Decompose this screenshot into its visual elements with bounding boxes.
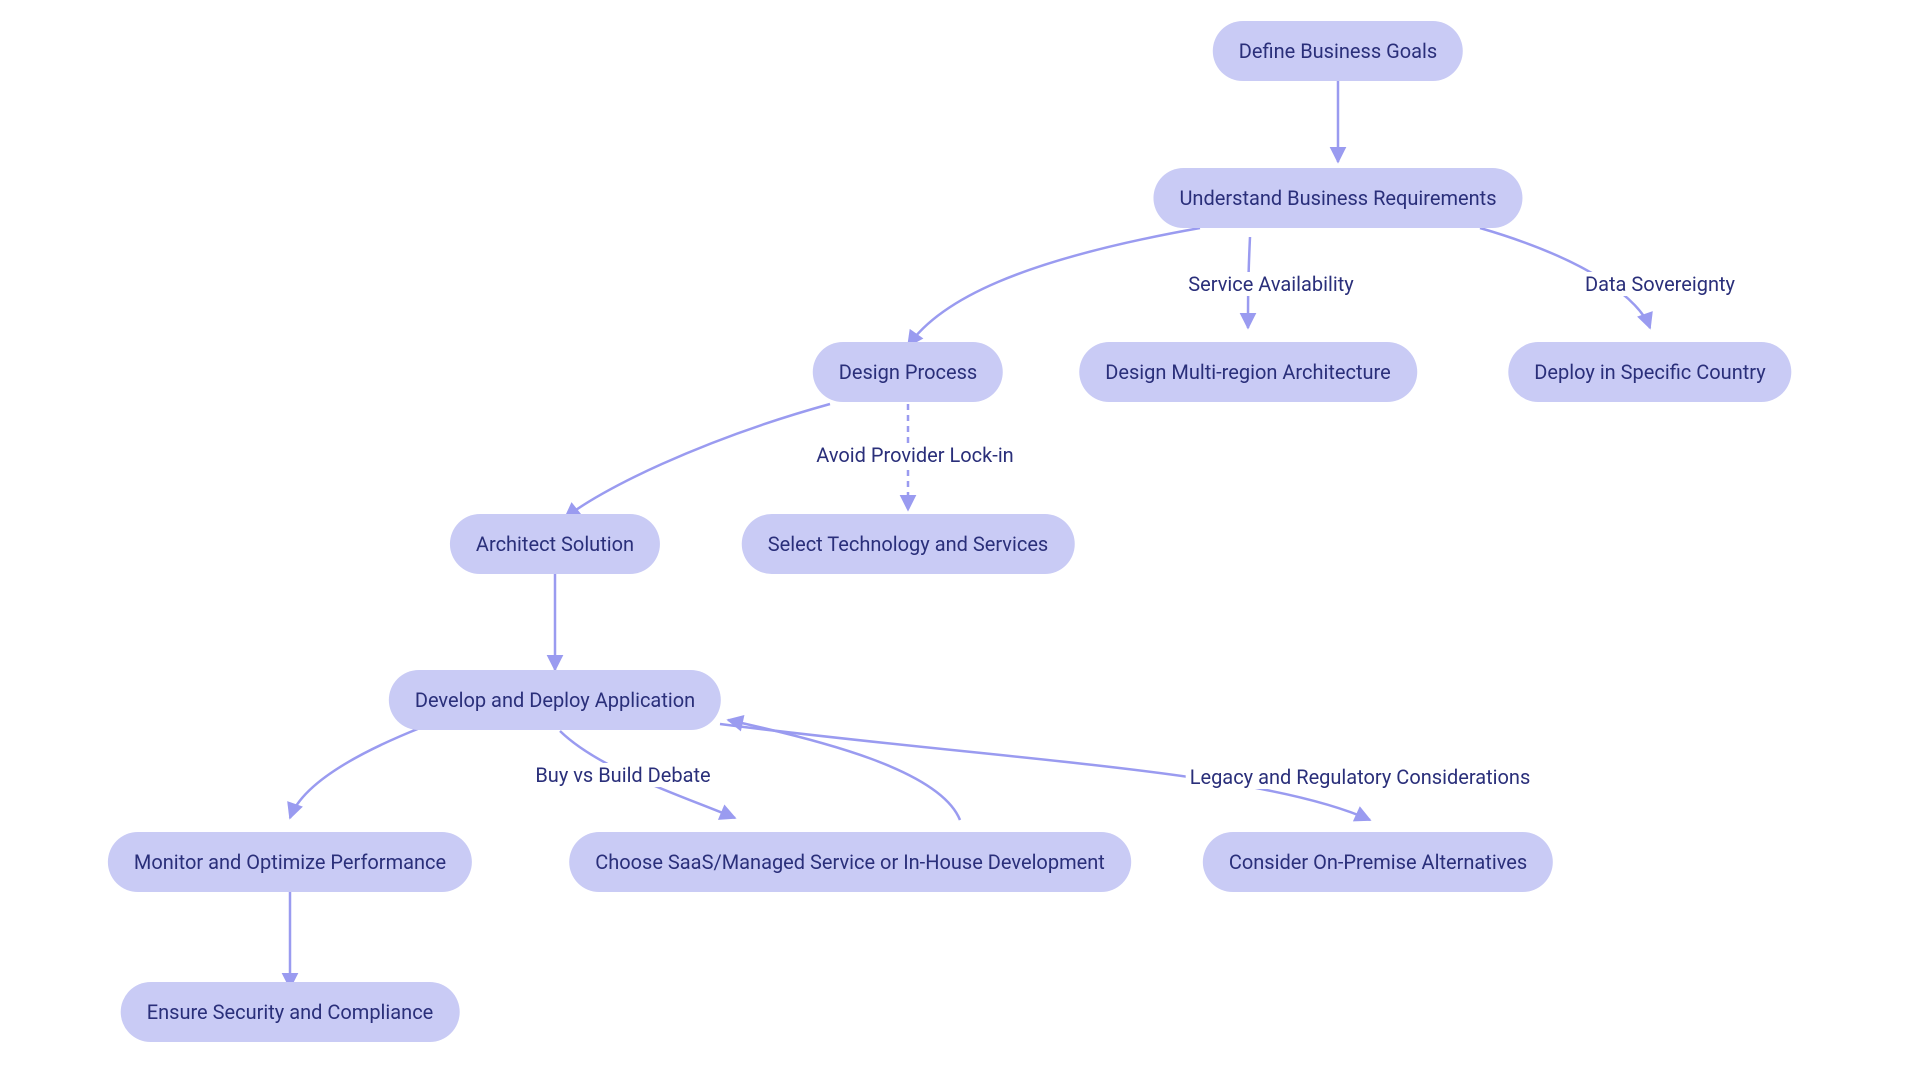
- node-multi-region-architecture: Design Multi-region Architecture: [1079, 342, 1417, 402]
- node-monitor-optimize: Monitor and Optimize Performance: [108, 832, 472, 892]
- edge-develop-monitor: [290, 728, 420, 818]
- edge-understand-design: [908, 228, 1200, 346]
- label-avoid-lockin: Avoid Provider Lock-in: [812, 443, 1017, 467]
- node-on-premise: Consider On-Premise Alternatives: [1203, 832, 1553, 892]
- label-data-sovereignty: Data Sovereignty: [1581, 272, 1739, 296]
- node-deploy-specific-country: Deploy in Specific Country: [1508, 342, 1791, 402]
- node-understand-requirements: Understand Business Requirements: [1153, 168, 1522, 228]
- node-architect-solution: Architect Solution: [450, 514, 660, 574]
- label-buy-vs-build: Buy vs Build Debate: [531, 763, 714, 787]
- label-legacy-regulatory: Legacy and Regulatory Considerations: [1186, 765, 1535, 789]
- edge-design-architect: [565, 404, 830, 518]
- edge-saas-develop: [728, 720, 960, 820]
- flowchart-canvas: Define Business Goals Understand Busines…: [0, 0, 1920, 1080]
- node-develop-deploy: Develop and Deploy Application: [389, 670, 721, 730]
- node-security-compliance: Ensure Security and Compliance: [121, 982, 460, 1042]
- node-select-technology: Select Technology and Services: [742, 514, 1075, 574]
- node-choose-saas: Choose SaaS/Managed Service or In-House …: [569, 832, 1131, 892]
- node-design-process: Design Process: [813, 342, 1003, 402]
- label-service-availability: Service Availability: [1184, 272, 1357, 296]
- node-define-business-goals: Define Business Goals: [1213, 21, 1463, 81]
